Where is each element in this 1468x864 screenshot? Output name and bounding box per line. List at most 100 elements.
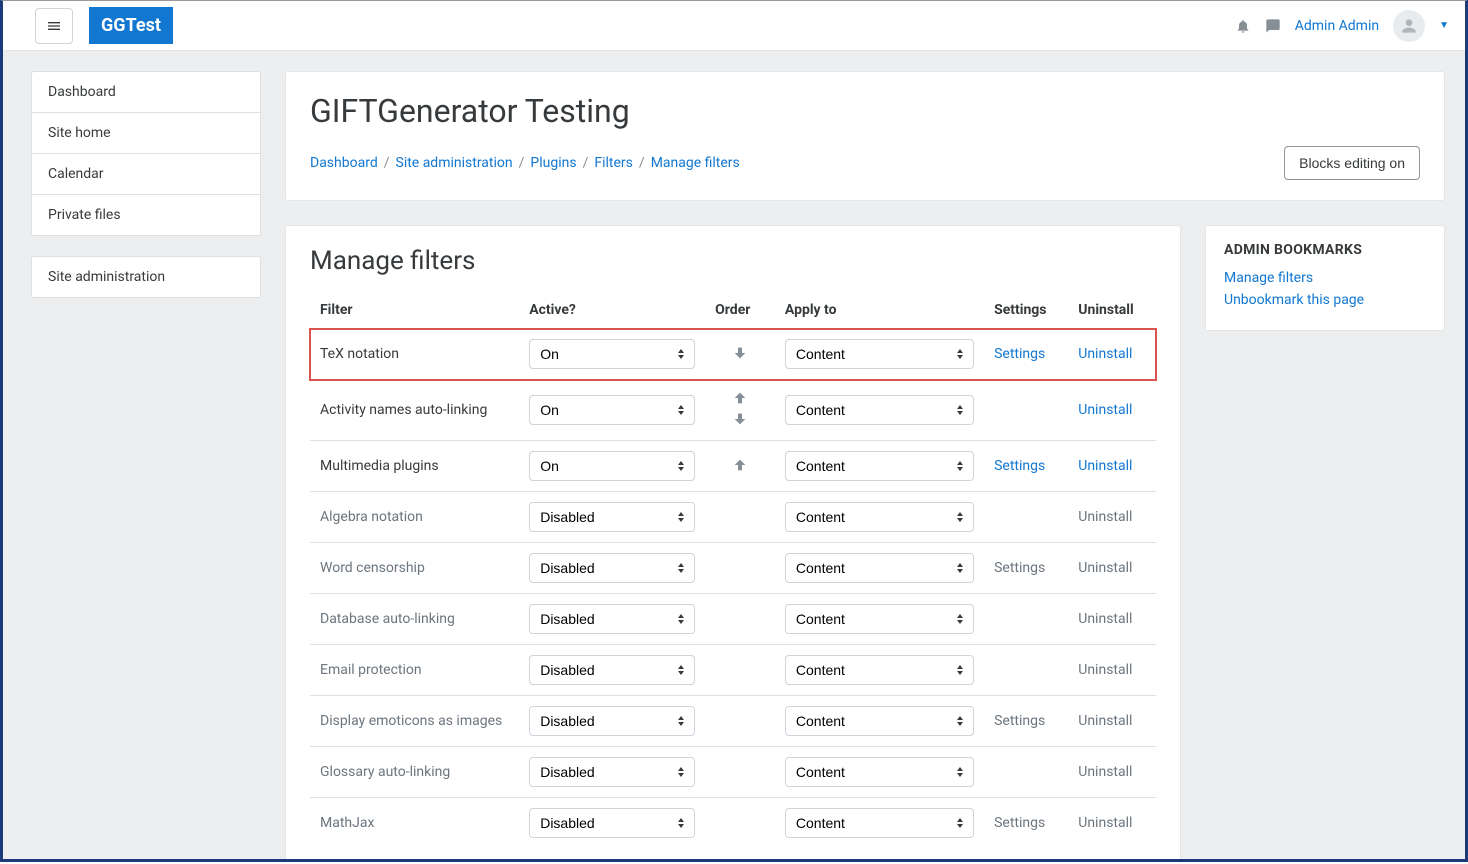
breadcrumb: Dashboard / Site administration / Plugins / Fi… <box>310 155 740 171</box>
apply-to-select[interactable]: Content <box>785 757 974 787</box>
bookmark-link[interactable]: Unbookmark this page <box>1224 292 1426 308</box>
user-menu-link[interactable]: Admin Admin <box>1295 18 1379 34</box>
uninstall-link[interactable]: Uninstall <box>1078 346 1132 362</box>
navbar: GGTest Admin Admin ▼ <box>3 1 1465 51</box>
breadcrumb-manage-filters[interactable]: Manage filters <box>651 155 740 171</box>
manage-filters-card: Manage filters Filter Active? Order Appl… <box>285 225 1181 859</box>
filter-row: Word censorship Disabled Content Settings Un… <box>310 543 1156 594</box>
apply-to-select[interactable]: Content <box>785 395 974 425</box>
active-select[interactable]: Disabled <box>529 655 695 685</box>
page-header: GIFTGenerator Testing Dashboard / Site adm… <box>285 71 1445 201</box>
hamburger-icon <box>46 18 62 34</box>
blocks-editing-button[interactable]: Blocks editing on <box>1284 146 1420 180</box>
filter-name: Email protection <box>310 645 519 696</box>
settings-text: Settings <box>994 713 1045 729</box>
section-title: Manage filters <box>310 246 1156 276</box>
filter-name: Multimedia plugins <box>310 441 519 492</box>
caret-down-icon[interactable]: ▼ <box>1439 20 1449 31</box>
settings-text: Settings <box>994 560 1045 576</box>
sidebar-item-dashboard[interactable]: Dashboard <box>32 72 260 113</box>
breadcrumb-filters[interactable]: Filters <box>594 155 633 171</box>
col-header-uninstall: Uninstall <box>1068 292 1156 329</box>
col-header-order: Order <box>705 292 775 329</box>
settings-link[interactable]: Settings <box>994 346 1045 362</box>
filter-name: Glossary auto-linking <box>310 747 519 798</box>
uninstall-text: Uninstall <box>1078 509 1132 525</box>
filter-name: TeX notation <box>310 329 519 380</box>
avatar[interactable] <box>1393 10 1425 42</box>
filter-name: Display emoticons as images <box>310 696 519 747</box>
filter-row: Multimedia plugins On Content Settings Unins… <box>310 441 1156 492</box>
active-select[interactable]: Disabled <box>529 502 695 532</box>
filter-row: TeX notation On Content Settings Uninstall <box>310 329 1156 380</box>
filter-name: Database auto-linking <box>310 594 519 645</box>
uninstall-text: Uninstall <box>1078 611 1132 627</box>
bookmarks-title: ADMIN BOOKMARKS <box>1224 242 1426 258</box>
active-select[interactable]: On <box>529 395 695 425</box>
brand-link[interactable]: GGTest <box>89 7 173 44</box>
col-header-settings: Settings <box>984 292 1068 329</box>
active-select[interactable]: Disabled <box>529 553 695 583</box>
uninstall-link[interactable]: Uninstall <box>1078 458 1132 474</box>
col-header-filter: Filter <box>310 292 519 329</box>
move-down-icon[interactable] <box>732 345 748 364</box>
menu-toggle-button[interactable] <box>35 8 73 44</box>
bookmark-link[interactable]: Manage filters <box>1224 270 1426 286</box>
apply-to-select[interactable]: Content <box>785 706 974 736</box>
filter-name: Activity names auto-linking <box>310 380 519 441</box>
filter-row: Database auto-linking Disabled Content Unin… <box>310 594 1156 645</box>
apply-to-select[interactable]: Content <box>785 808 974 838</box>
filter-row: Activity names auto-linking On Content Unin… <box>310 380 1156 441</box>
uninstall-text: Uninstall <box>1078 560 1132 576</box>
filter-row: MathJax Disabled Content Settings Uninstall <box>310 798 1156 849</box>
active-select[interactable]: Disabled <box>529 706 695 736</box>
move-down-icon[interactable] <box>732 411 748 430</box>
move-up-icon[interactable] <box>732 457 748 476</box>
admin-bookmarks-block: ADMIN BOOKMARKS Manage filters Unbookmark… <box>1205 225 1445 331</box>
settings-link[interactable]: Settings <box>994 458 1045 474</box>
filter-name: Word censorship <box>310 543 519 594</box>
col-header-active: Active? <box>519 292 705 329</box>
filter-row: Display emoticons as images Disabled Conte… <box>310 696 1156 747</box>
uninstall-text: Uninstall <box>1078 815 1132 831</box>
breadcrumb-plugins[interactable]: Plugins <box>530 155 576 171</box>
sidebar: DashboardSite homeCalendarPrivate files … <box>31 71 261 318</box>
breadcrumb-separator: / <box>639 155 645 171</box>
messages-icon[interactable] <box>1265 18 1281 34</box>
col-header-apply: Apply to <box>775 292 984 329</box>
page-scroll[interactable]: GGTest Admin Admin ▼ DashboardSite homeC… <box>3 1 1465 859</box>
sidebar-item-site-administration[interactable]: Site administration <box>32 257 260 297</box>
active-select[interactable]: Disabled <box>529 808 695 838</box>
breadcrumb-separator: / <box>519 155 525 171</box>
filter-name: MathJax <box>310 798 519 849</box>
active-select[interactable]: On <box>529 339 695 369</box>
uninstall-link[interactable]: Uninstall <box>1078 402 1132 418</box>
breadcrumb-dashboard[interactable]: Dashboard <box>310 155 378 171</box>
apply-to-select[interactable]: Content <box>785 655 974 685</box>
page-title: GIFTGenerator Testing <box>310 92 1420 130</box>
sidebar-item-calendar[interactable]: Calendar <box>32 154 260 195</box>
filters-table: Filter Active? Order Apply to Settings U… <box>310 292 1156 848</box>
uninstall-text: Uninstall <box>1078 713 1132 729</box>
notifications-icon[interactable] <box>1235 18 1251 34</box>
filter-row: Email protection Disabled Content Uninstall <box>310 645 1156 696</box>
apply-to-select[interactable]: Content <box>785 553 974 583</box>
apply-to-select[interactable]: Content <box>785 451 974 481</box>
uninstall-text: Uninstall <box>1078 764 1132 780</box>
filter-row: Algebra notation Disabled Content Uninstall <box>310 492 1156 543</box>
move-up-icon[interactable] <box>732 390 748 409</box>
sidebar-item-private-files[interactable]: Private files <box>32 195 260 235</box>
apply-to-select[interactable]: Content <box>785 604 974 634</box>
breadcrumb-separator: / <box>384 155 390 171</box>
filter-name: Algebra notation <box>310 492 519 543</box>
settings-text: Settings <box>994 815 1045 831</box>
uninstall-text: Uninstall <box>1078 662 1132 678</box>
breadcrumb-separator: / <box>583 155 589 171</box>
active-select[interactable]: Disabled <box>529 604 695 634</box>
apply-to-select[interactable]: Content <box>785 502 974 532</box>
active-select[interactable]: On <box>529 451 695 481</box>
apply-to-select[interactable]: Content <box>785 339 974 369</box>
sidebar-item-site-home[interactable]: Site home <box>32 113 260 154</box>
active-select[interactable]: Disabled <box>529 757 695 787</box>
breadcrumb-site-administration[interactable]: Site administration <box>396 155 513 171</box>
